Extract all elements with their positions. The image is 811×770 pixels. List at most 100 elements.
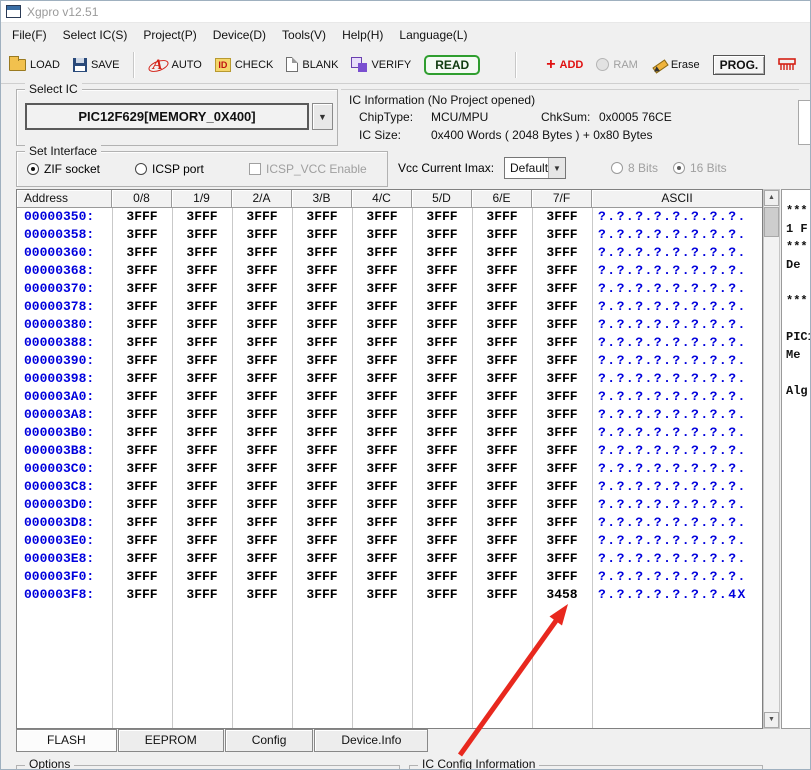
hex-cell[interactable]: 3FFF <box>532 316 592 334</box>
hex-cell[interactable]: 3FFF <box>232 208 292 226</box>
hex-row[interactable]: 000003B8: 3FFF 3FFF 3FFF 3FFF 3FFF 3FFF … <box>17 442 762 460</box>
menu-item[interactable]: Help(H) <box>334 25 391 45</box>
hex-cell[interactable]: 3FFF <box>532 532 592 550</box>
ic-chip-icon[interactable] <box>778 58 796 72</box>
hex-cell[interactable]: 3FFF <box>232 262 292 280</box>
hex-cell[interactable]: 3FFF <box>472 478 532 496</box>
hex-cell[interactable]: 3FFF <box>352 478 412 496</box>
scrollbar-thumb[interactable] <box>764 207 779 237</box>
hex-cell[interactable]: 3FFF <box>532 298 592 316</box>
hex-cell[interactable]: 3FFF <box>112 280 172 298</box>
hex-row[interactable]: 00000380: 3FFF 3FFF 3FFF 3FFF 3FFF 3FFF … <box>17 316 762 334</box>
hex-row[interactable]: 000003D8: 3FFF 3FFF 3FFF 3FFF 3FFF 3FFF … <box>17 514 762 532</box>
hex-cell[interactable]: 3FFF <box>472 244 532 262</box>
hex-row[interactable]: 00000390: 3FFF 3FFF 3FFF 3FFF 3FFF 3FFF … <box>17 352 762 370</box>
hex-cell[interactable]: 3FFF <box>172 478 232 496</box>
read-button[interactable]: READ <box>424 55 480 75</box>
hex-cell[interactable]: 3FFF <box>292 226 352 244</box>
hex-cell[interactable]: 3FFF <box>232 226 292 244</box>
hex-cell[interactable]: 3FFF <box>292 424 352 442</box>
hex-cell[interactable]: 3FFF <box>172 280 232 298</box>
hex-cell[interactable]: 3FFF <box>172 406 232 424</box>
hex-row[interactable]: 00000360: 3FFF 3FFF 3FFF 3FFF 3FFF 3FFF … <box>17 244 762 262</box>
hex-cell[interactable]: 3FFF <box>352 532 412 550</box>
save-button[interactable]: SAVE <box>73 58 120 72</box>
hex-row[interactable]: 000003A0: 3FFF 3FFF 3FFF 3FFF 3FFF 3FFF … <box>17 388 762 406</box>
hex-cell[interactable]: 3FFF <box>352 424 412 442</box>
hex-cell[interactable]: 3FFF <box>232 460 292 478</box>
hex-cell[interactable]: 3FFF <box>352 298 412 316</box>
hex-cell[interactable]: 3FFF <box>112 334 172 352</box>
hex-cell[interactable]: 3FFF <box>532 334 592 352</box>
hex-cell[interactable]: 3FFF <box>412 496 472 514</box>
hex-cell[interactable]: 3FFF <box>352 226 412 244</box>
hex-cell[interactable]: 3FFF <box>232 442 292 460</box>
hex-cell[interactable]: 3FFF <box>472 550 532 568</box>
hex-cell[interactable]: 3FFF <box>532 514 592 532</box>
hex-cell[interactable]: 3FFF <box>112 424 172 442</box>
memory-tab[interactable]: EEPROM <box>118 729 224 752</box>
hex-cell[interactable]: 3FFF <box>352 262 412 280</box>
hex-cell[interactable]: 3FFF <box>172 460 232 478</box>
hex-cell[interactable]: 3FFF <box>532 496 592 514</box>
hex-cell[interactable]: 3FFF <box>472 532 532 550</box>
hex-cell[interactable]: 3FFF <box>472 586 532 604</box>
hex-cell[interactable]: 3FFF <box>412 406 472 424</box>
menu-item[interactable]: File(F) <box>4 25 55 45</box>
hex-cell[interactable]: 3FFF <box>472 406 532 424</box>
hex-cell[interactable]: 3FFF <box>532 388 592 406</box>
hex-cell[interactable]: 3FFF <box>412 262 472 280</box>
hex-cell[interactable]: 3FFF <box>352 388 412 406</box>
hex-cell[interactable]: 3FFF <box>172 370 232 388</box>
hex-cell[interactable]: 3FFF <box>472 352 532 370</box>
hex-cell[interactable]: 3FFF <box>172 316 232 334</box>
hex-cell[interactable]: 3FFF <box>232 352 292 370</box>
hex-cell[interactable]: 3FFF <box>232 406 292 424</box>
hex-cell[interactable]: 3FFF <box>412 370 472 388</box>
hex-cell[interactable]: 3FFF <box>172 442 232 460</box>
hex-cell[interactable]: 3FFF <box>112 226 172 244</box>
hex-cell[interactable]: 3FFF <box>532 352 592 370</box>
hex-cell[interactable]: 3FFF <box>412 352 472 370</box>
hex-row[interactable]: 000003C8: 3FFF 3FFF 3FFF 3FFF 3FFF 3FFF … <box>17 478 762 496</box>
hex-row[interactable]: 000003E0: 3FFF 3FFF 3FFF 3FFF 3FFF 3FFF … <box>17 532 762 550</box>
hex-cell[interactable]: 3FFF <box>532 370 592 388</box>
hex-cell[interactable]: 3FFF <box>472 334 532 352</box>
hex-cell[interactable]: 3FFF <box>352 442 412 460</box>
icsp-port-radio[interactable]: ICSP port <box>135 162 204 176</box>
hex-cell[interactable]: 3FFF <box>292 208 352 226</box>
hex-row[interactable]: 00000378: 3FFF 3FFF 3FFF 3FFF 3FFF 3FFF … <box>17 298 762 316</box>
hex-cell[interactable]: 3FFF <box>292 244 352 262</box>
hex-cell[interactable]: 3FFF <box>172 424 232 442</box>
add-button[interactable]: + ADD <box>546 58 583 72</box>
ram-button[interactable]: RAM <box>596 58 637 71</box>
hex-cell[interactable]: 3FFF <box>352 208 412 226</box>
menu-item[interactable]: Select IC(S) <box>55 25 136 45</box>
verify-button[interactable]: VERIFY <box>351 57 411 72</box>
hex-cell[interactable]: 3FFF <box>472 514 532 532</box>
hex-cell[interactable]: 3FFF <box>112 244 172 262</box>
hex-cell[interactable]: 3FFF <box>352 244 412 262</box>
hex-cell[interactable]: 3FFF <box>352 316 412 334</box>
hex-row[interactable]: 000003C0: 3FFF 3FFF 3FFF 3FFF 3FFF 3FFF … <box>17 460 762 478</box>
hex-cell[interactable]: 3FFF <box>232 370 292 388</box>
hex-cell[interactable]: 3FFF <box>292 586 352 604</box>
hex-cell[interactable]: 3FFF <box>172 244 232 262</box>
hex-cell[interactable]: 3FFF <box>112 496 172 514</box>
hex-row[interactable]: 000003D0: 3FFF 3FFF 3FFF 3FFF 3FFF 3FFF … <box>17 496 762 514</box>
menu-item[interactable]: Tools(V) <box>274 25 334 45</box>
memory-tab[interactable]: FLASH <box>16 729 117 752</box>
hex-cell[interactable]: 3FFF <box>292 514 352 532</box>
hex-cell[interactable]: 3FFF <box>292 460 352 478</box>
hex-cell[interactable]: 3FFF <box>532 460 592 478</box>
hex-cell[interactable]: 3FFF <box>532 424 592 442</box>
hex-cell[interactable]: 3FFF <box>292 280 352 298</box>
hex-cell[interactable]: 3FFF <box>412 316 472 334</box>
hex-cell[interactable]: 3FFF <box>292 478 352 496</box>
hex-row[interactable]: 000003B0: 3FFF 3FFF 3FFF 3FFF 3FFF 3FFF … <box>17 424 762 442</box>
hex-row[interactable]: 000003F8: 3FFF 3FFF 3FFF 3FFF 3FFF 3FFF … <box>17 586 762 604</box>
hex-cell[interactable]: 3FFF <box>352 496 412 514</box>
hex-cell[interactable]: 3FFF <box>292 406 352 424</box>
menu-item[interactable]: Language(L) <box>391 25 475 45</box>
hex-row[interactable]: 00000370: 3FFF 3FFF 3FFF 3FFF 3FFF 3FFF … <box>17 280 762 298</box>
